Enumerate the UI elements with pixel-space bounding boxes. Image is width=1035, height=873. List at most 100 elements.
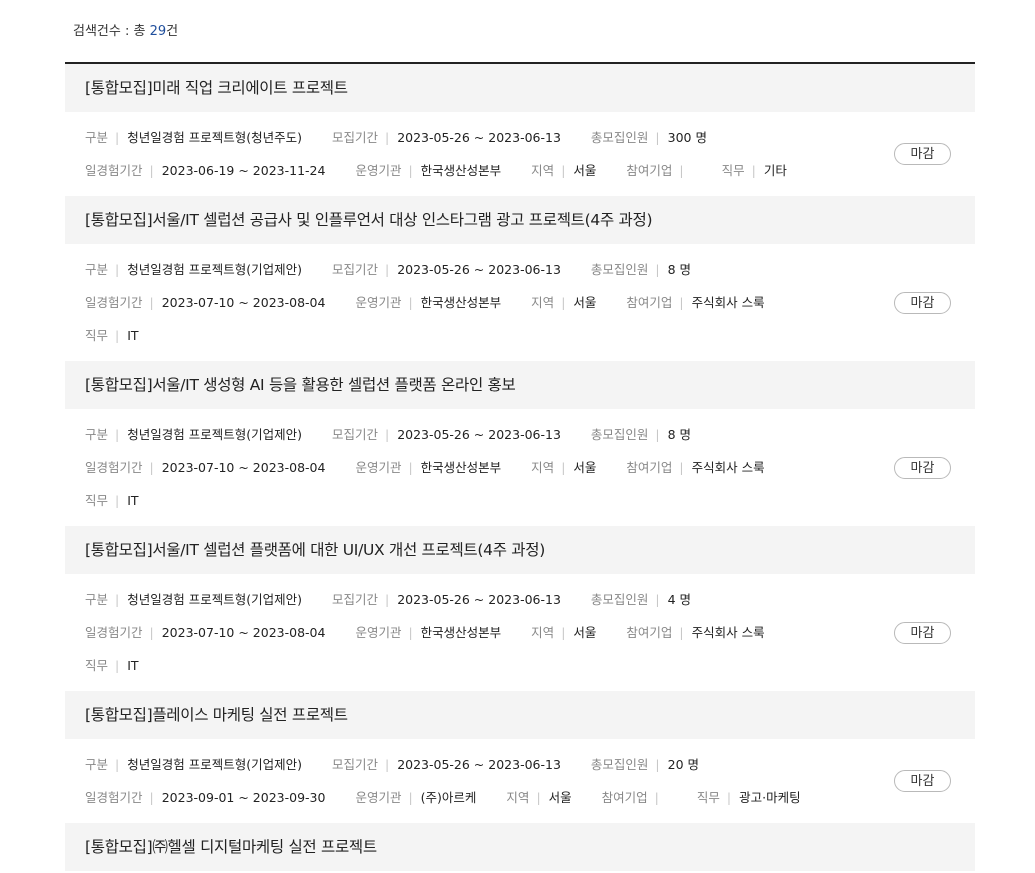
label-separator: | — [679, 295, 684, 310]
search-count: 검색건수 : 총 29건 — [73, 20, 178, 39]
operator-value: 한국생산성본부 — [420, 460, 502, 475]
detail-row: 구분 | 청년일경험 프로젝트형(기업제안) 모집기간 | 2023-05-26 ~ 2… — [85, 583, 975, 616]
status-closed-button[interactable]: 마감 — [894, 456, 951, 479]
item-title-link[interactable]: [통합모집]㈜헬셀 디지털마케팅 실전 프로젝트 — [65, 823, 975, 871]
label-separator: | — [561, 295, 566, 310]
company-label: 참여기업 — [626, 460, 673, 475]
region-label: 지역 — [531, 163, 555, 178]
category-field: 구분 | 청년일경험 프로젝트형(기업제안) — [85, 583, 302, 616]
recruit-period-label: 모집기간 — [331, 262, 378, 277]
label-separator: | — [679, 163, 684, 178]
total-recruits-value: 8 명 — [667, 262, 692, 277]
label-separator: | — [654, 790, 659, 805]
region-field: 지역 | 서울 — [531, 286, 596, 319]
experience-period-field: 일경험기간 | 2023-06-19 ~ 2023-11-24 — [85, 154, 325, 187]
status-closed-button[interactable]: 마감 — [894, 291, 951, 314]
recruit-period-label: 모집기간 — [331, 592, 378, 607]
detail-row: 직무 | IT — [85, 484, 975, 517]
detail-row: 직무 | IT — [85, 649, 975, 682]
recruit-period-value: 2023-05-26 ~ 2023-06-13 — [397, 427, 561, 442]
status-closed-button[interactable]: 마감 — [894, 770, 951, 792]
job-field: 직무 | IT — [85, 319, 139, 352]
job-field: 직무 | IT — [85, 484, 139, 517]
company-value: 주식회사 스룩 — [691, 460, 765, 475]
operator-value: 한국생산성본부 — [420, 295, 502, 310]
category-label: 구분 — [85, 130, 109, 145]
item-details: 구분 | 청년일경험 프로젝트형(기업제안) 모집기간 | 2023-05-26 ~ 2… — [65, 739, 975, 823]
label-separator: | — [655, 427, 660, 442]
category-label: 구분 — [85, 262, 109, 277]
category-value: 청년일경험 프로젝트형(기업제안) — [127, 427, 302, 442]
label-separator: | — [115, 493, 120, 508]
recruit-period-value: 2023-05-26 ~ 2023-06-13 — [397, 757, 561, 772]
company-label: 참여기업 — [626, 625, 673, 640]
detail-row: 일경험기간 | 2023-06-19 ~ 2023-11-24 운영기관 | 한국생산성… — [85, 154, 975, 187]
job-label: 직무 — [696, 790, 720, 805]
item-title-link[interactable]: [통합모집]서울/IT 셀럽션 공급사 및 인플루언서 대상 인스타그램 광고 … — [65, 196, 975, 244]
category-field: 구분 | 청년일경험 프로젝트형(청년주도) — [85, 121, 302, 154]
job-field: 직무 | IT — [85, 649, 139, 682]
region-label: 지역 — [531, 460, 555, 475]
region-value: 서울 — [573, 295, 597, 310]
total-recruits-field: 총모집인원 | 20 명 — [591, 748, 699, 781]
experience-period-label: 일경험기간 — [85, 460, 143, 475]
detail-row: 구분 | 청년일경험 프로젝트형(기업제안) 모집기간 | 2023-05-26 ~ 2… — [85, 748, 975, 781]
detail-row: 일경험기간 | 2023-07-10 ~ 2023-08-04 운영기관 | 한국생산성… — [85, 616, 975, 649]
label-separator: | — [149, 625, 154, 640]
experience-period-field: 일경험기간 | 2023-07-10 ~ 2023-08-04 — [85, 286, 325, 319]
label-separator: | — [655, 262, 660, 277]
total-recruits-value: 300 명 — [667, 130, 707, 145]
job-label: 직무 — [721, 163, 745, 178]
detail-row: 일경험기간 | 2023-07-10 ~ 2023-08-04 운영기관 | 한국생산성… — [85, 451, 975, 484]
detail-row: 직무 | IT — [85, 319, 975, 352]
item-title-link[interactable]: [통합모집]미래 직업 크리에이트 프로젝트 — [65, 64, 975, 112]
operator-field: 운영기관 | 한국생산성본부 — [355, 154, 501, 187]
operator-label: 운영기관 — [355, 625, 402, 640]
recruit-period-field: 모집기간 | 2023-05-26 ~ 2023-06-13 — [332, 253, 561, 286]
experience-period-label: 일경험기간 — [85, 295, 143, 310]
recruit-period-label: 모집기간 — [331, 757, 378, 772]
total-recruits-value: 4 명 — [667, 592, 692, 607]
label-separator: | — [115, 427, 120, 442]
region-value: 서울 — [573, 625, 597, 640]
operator-field: 운영기관 | 한국생산성본부 — [355, 616, 501, 649]
category-value: 청년일경험 프로젝트형(기업제안) — [127, 592, 302, 607]
job-value: IT — [127, 328, 139, 343]
category-label: 구분 — [85, 757, 109, 772]
category-value: 청년일경험 프로젝트형(기업제안) — [127, 757, 302, 772]
company-value: 주식회사 스룩 — [691, 295, 765, 310]
company-field: 참여기업 | 주식회사 스룩 — [626, 451, 764, 484]
label-separator: | — [751, 163, 756, 178]
list-item: [통합모집]미래 직업 크리에이트 프로젝트 구분 | 청년일경험 프로젝트형(청년… — [65, 64, 975, 196]
recruit-period-label: 모집기간 — [331, 427, 378, 442]
item-title-link[interactable]: [통합모집]플레이스 마케팅 실전 프로젝트 — [65, 691, 975, 739]
company-label: 참여기업 — [626, 163, 673, 178]
label-separator: | — [384, 592, 390, 607]
region-field: 지역 | 서울 — [531, 451, 596, 484]
operator-field: 운영기관 | 한국생산성본부 — [355, 451, 501, 484]
total-recruits-value: 20 명 — [667, 757, 700, 772]
label-separator: | — [115, 658, 120, 673]
status-closed-button[interactable]: 마감 — [894, 621, 951, 644]
recruit-period-label: 모집기간 — [331, 130, 378, 145]
detail-row: 일경험기간 | 2023-07-10 ~ 2023-08-04 운영기관 | 한국생산성… — [85, 286, 975, 319]
label-separator: | — [149, 460, 154, 475]
total-recruits-label: 총모집인원 — [590, 130, 649, 145]
region-field: 지역 | 서울 — [531, 616, 596, 649]
recruit-period-field: 모집기간 | 2023-05-26 ~ 2023-06-13 — [332, 583, 561, 616]
search-count-suffix: 건 — [166, 24, 179, 39]
program-list: [통합모집]미래 직업 크리에이트 프로젝트 구분 | 청년일경험 프로젝트형(청년… — [65, 62, 975, 871]
job-label: 직무 — [85, 328, 109, 343]
experience-period-value: 2023-09-01 ~ 2023-09-30 — [161, 790, 326, 805]
job-value: IT — [127, 658, 139, 673]
label-separator: | — [408, 295, 413, 310]
status-closed-button[interactable]: 마감 — [894, 143, 951, 165]
operator-value: 한국생산성본부 — [420, 625, 502, 640]
item-title-link[interactable]: [통합모집]서울/IT 생성형 AI 등을 활용한 셀럽션 플랫폼 온라인 홍보 — [65, 361, 975, 409]
label-separator: | — [115, 130, 120, 145]
company-label: 참여기업 — [626, 295, 673, 310]
recruit-period-value: 2023-05-26 ~ 2023-06-13 — [397, 262, 561, 277]
item-title-link[interactable]: [통합모집]서울/IT 셀럽션 플랫폼에 대한 UI/UX 개선 프로젝트(4주… — [65, 526, 975, 574]
detail-row: 구분 | 청년일경험 프로젝트형(청년주도) 모집기간 | 2023-05-26 ~ 2… — [85, 121, 975, 154]
item-details: 구분 | 청년일경험 프로젝트형(청년주도) 모집기간 | 2023-05-26 ~ 2… — [65, 112, 975, 196]
